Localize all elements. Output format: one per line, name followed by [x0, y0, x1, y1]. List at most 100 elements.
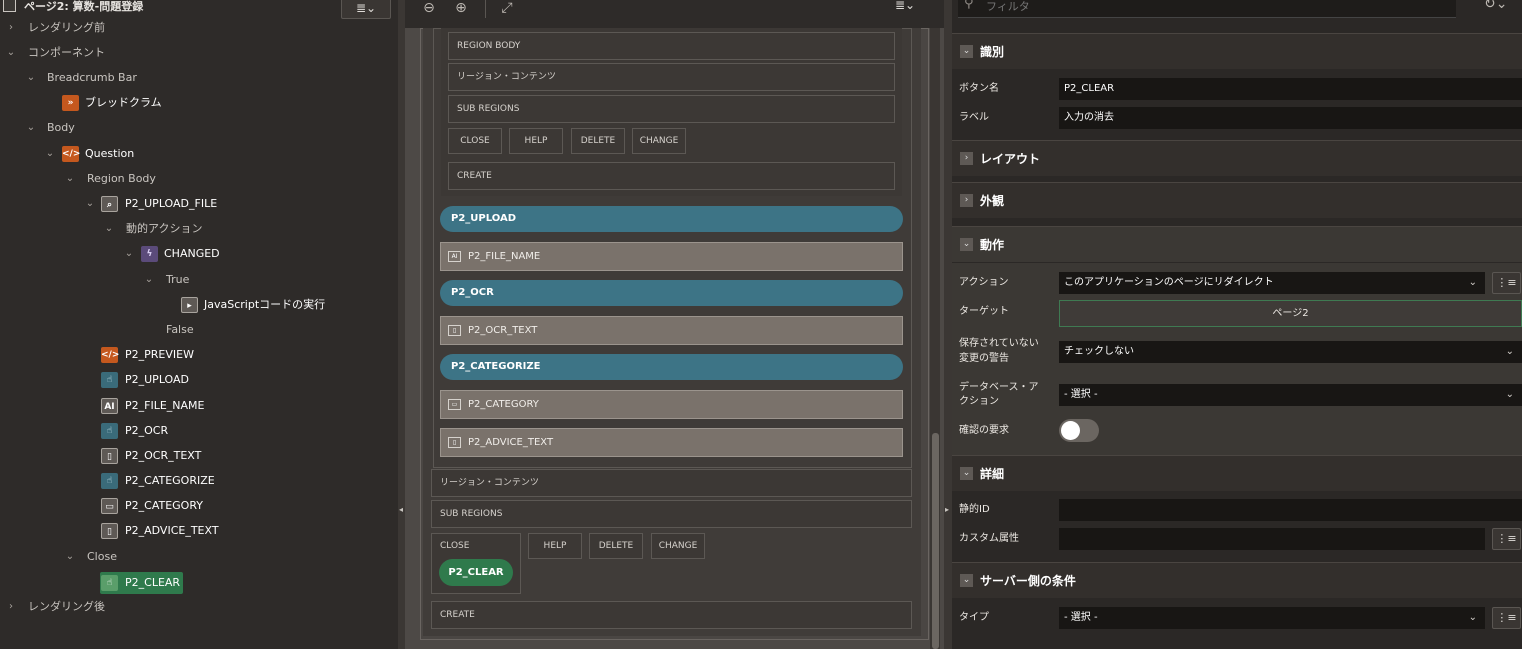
- tree-node-before-rendering[interactable]: › レンダリング前: [0, 18, 398, 38]
- tree-node-after-rendering[interactable]: › レンダリング後: [0, 597, 398, 617]
- section-server-condition[interactable]: ⌄ サーバー側の条件: [952, 562, 1522, 598]
- left-splitter[interactable]: ◂: [398, 0, 405, 649]
- canvas-button-categorize[interactable]: P2_CATEGORIZE: [440, 354, 903, 380]
- chevron-right-icon[interactable]: ›: [6, 597, 16, 617]
- slot-outer-create[interactable]: CREATE: [431, 601, 912, 629]
- zoom-out-icon[interactable]: ⊖: [417, 0, 441, 16]
- tree-node-categorize[interactable]: ☝ P2_CATEGORIZE: [0, 471, 398, 491]
- chevron-down-icon[interactable]: ⌄: [124, 244, 134, 264]
- slot-outer-help[interactable]: HELP: [528, 533, 582, 559]
- slot-region-body[interactable]: REGION BODY: [448, 32, 895, 60]
- section-layout[interactable]: › レイアウト: [952, 140, 1522, 176]
- tree-node-question[interactable]: ⌄ </> Question: [0, 144, 398, 164]
- chevron-down-icon[interactable]: ⌄: [144, 270, 154, 290]
- chevron-right-icon[interactable]: ›: [960, 152, 973, 165]
- action-select[interactable]: このアプリケーションのページにリダイレクト ⌄: [1059, 272, 1485, 294]
- section-appearance[interactable]: › 外観: [952, 182, 1522, 218]
- collapse-left-icon[interactable]: ◂: [399, 505, 403, 514]
- textarea-icon: ▯: [101, 523, 118, 539]
- tree-node-changed[interactable]: ⌄ ϟ CHANGED: [0, 244, 398, 264]
- tree-node-region-body[interactable]: ⌄ Region Body: [0, 169, 398, 189]
- slot-outer-region-contents[interactable]: リージョン・コンテンツ: [431, 469, 912, 497]
- section-identification[interactable]: ⌄ 識別: [952, 33, 1522, 69]
- tree-node-dynamic-actions[interactable]: ⌄ 動的アクション: [0, 219, 398, 239]
- slot-delete[interactable]: DELETE: [571, 128, 625, 154]
- custom-attr-field[interactable]: [1059, 528, 1485, 550]
- label-label: ラベル: [959, 112, 989, 123]
- tree-node-breadcrumb[interactable]: » ブレッドクラム: [0, 93, 398, 113]
- database-action-select[interactable]: - 選択 - ⌄: [1059, 384, 1522, 406]
- list-options-icon[interactable]: ⋮≡: [1492, 607, 1521, 629]
- chevron-down-icon[interactable]: ⌄: [960, 574, 973, 587]
- tree-node-ocr-text[interactable]: ▯ P2_OCR_TEXT: [0, 446, 398, 466]
- tree-node-close[interactable]: ⌄ Close: [0, 547, 398, 567]
- list-options-icon[interactable]: ⋮≡: [1492, 272, 1521, 294]
- canvas-item-advice-text[interactable]: ▯ P2_ADVICE_TEXT: [440, 428, 903, 457]
- canvas-button-ocr[interactable]: P2_OCR: [440, 280, 903, 306]
- tree-node-false[interactable]: False: [0, 320, 398, 340]
- chevron-down-icon[interactable]: ⌄: [65, 547, 75, 567]
- confirm-toggle[interactable]: [1059, 419, 1099, 442]
- tree-node-upload-file[interactable]: ⌄ ⌕ P2_UPLOAD_FILE: [0, 194, 398, 214]
- chevron-down-icon[interactable]: ⌄: [26, 118, 36, 138]
- tree-node-file-name[interactable]: AI P2_FILE_NAME: [0, 396, 398, 416]
- type-select[interactable]: - 選択 - ⌄: [1059, 607, 1485, 629]
- list-options-icon[interactable]: ⋮≡: [1492, 528, 1521, 550]
- slot-change[interactable]: CHANGE: [632, 128, 686, 154]
- tree-node-components[interactable]: ⌄ コンポーネント: [0, 43, 398, 63]
- tree-node-true[interactable]: ⌄ True: [0, 270, 398, 290]
- canvas-item-ocr-text[interactable]: ▯ P2_OCR_TEXT: [440, 316, 903, 345]
- label-field[interactable]: 入力の消去: [1059, 107, 1522, 129]
- zoom-in-icon[interactable]: ⊕: [449, 0, 473, 16]
- expand-right-icon[interactable]: ▸: [945, 505, 949, 514]
- tree-menu-button[interactable]: ≣⌄: [341, 0, 391, 19]
- right-splitter[interactable]: ▸: [944, 0, 952, 649]
- chevron-down-icon[interactable]: ⌄: [65, 169, 75, 189]
- tree-node-execute-javascript[interactable]: ▸ JavaScriptコードの実行: [0, 295, 398, 315]
- tree-node-category[interactable]: ▭ P2_CATEGORY: [0, 496, 398, 516]
- chevron-down-icon[interactable]: ⌄: [960, 238, 973, 251]
- expand-icon[interactable]: ⤢: [495, 0, 519, 16]
- chevron-down-icon[interactable]: ⌄: [26, 68, 36, 88]
- chevron-right-icon[interactable]: ›: [6, 18, 16, 38]
- canvas-menu-button[interactable]: ≣⌄: [895, 0, 915, 12]
- tree-node-ocr[interactable]: ☝ P2_OCR: [0, 421, 398, 441]
- slot-region-contents[interactable]: リージョン・コンテンツ: [448, 63, 895, 91]
- canvas-item-category[interactable]: ▭ P2_CATEGORY: [440, 390, 903, 419]
- chevron-down-icon[interactable]: ⌄: [960, 467, 973, 480]
- button-name-field[interactable]: P2_CLEAR: [1059, 78, 1522, 100]
- tree-node-breadcrumb-bar[interactable]: ⌄ Breadcrumb Bar: [0, 68, 398, 88]
- tree-node-upload[interactable]: ☝ P2_UPLOAD: [0, 370, 398, 390]
- chevron-down-icon[interactable]: ⌄: [960, 45, 973, 58]
- section-behavior[interactable]: ⌄ 動作: [952, 226, 1522, 262]
- slot-close[interactable]: CLOSE: [448, 128, 502, 154]
- go-to-group-icon[interactable]: ↻⌄: [1484, 0, 1507, 12]
- slot-outer-change[interactable]: CHANGE: [651, 533, 705, 559]
- canvas-toolbar: ⊖ ⊕ ⤢ ≣⌄: [405, 0, 944, 28]
- unsaved-warning-select[interactable]: チェックしない ⌄: [1059, 341, 1522, 363]
- slot-sub-regions[interactable]: SUB REGIONS: [448, 95, 895, 123]
- warn-label-line-1: 保存されていない: [959, 338, 1039, 349]
- slot-outer-sub-regions[interactable]: SUB REGIONS: [431, 500, 912, 528]
- canvas-button-clear[interactable]: P2_CLEAR: [439, 559, 513, 586]
- slot-create[interactable]: CREATE: [448, 162, 895, 190]
- chevron-right-icon[interactable]: ›: [960, 194, 973, 207]
- section-advanced[interactable]: ⌄ 詳細: [952, 455, 1522, 491]
- chevron-down-icon[interactable]: ⌄: [45, 144, 55, 164]
- target-button[interactable]: ページ2: [1059, 300, 1522, 327]
- slot-help[interactable]: HELP: [509, 128, 563, 154]
- tree-node-preview[interactable]: </> P2_PREVIEW: [0, 345, 398, 365]
- canvas-item-file-name[interactable]: AI P2_FILE_NAME: [440, 242, 903, 271]
- slot-outer-delete[interactable]: DELETE: [589, 533, 643, 559]
- canvas-scrollbar-thumb[interactable]: [932, 433, 939, 649]
- tree-node-clear[interactable]: ☝ P2_CLEAR: [0, 573, 398, 593]
- tree-node-advice-text[interactable]: ▯ P2_ADVICE_TEXT: [0, 521, 398, 541]
- tree-node-label: Region Body: [87, 172, 156, 185]
- chevron-down-icon[interactable]: ⌄: [85, 194, 95, 214]
- static-id-field[interactable]: [1059, 499, 1522, 521]
- tree-node-body[interactable]: ⌄ Body: [0, 118, 398, 138]
- chevron-down-icon[interactable]: ⌄: [6, 43, 16, 63]
- filter-input[interactable]: [986, 0, 1426, 15]
- chevron-down-icon[interactable]: ⌄: [104, 219, 114, 239]
- canvas-button-upload[interactable]: P2_UPLOAD: [440, 206, 903, 232]
